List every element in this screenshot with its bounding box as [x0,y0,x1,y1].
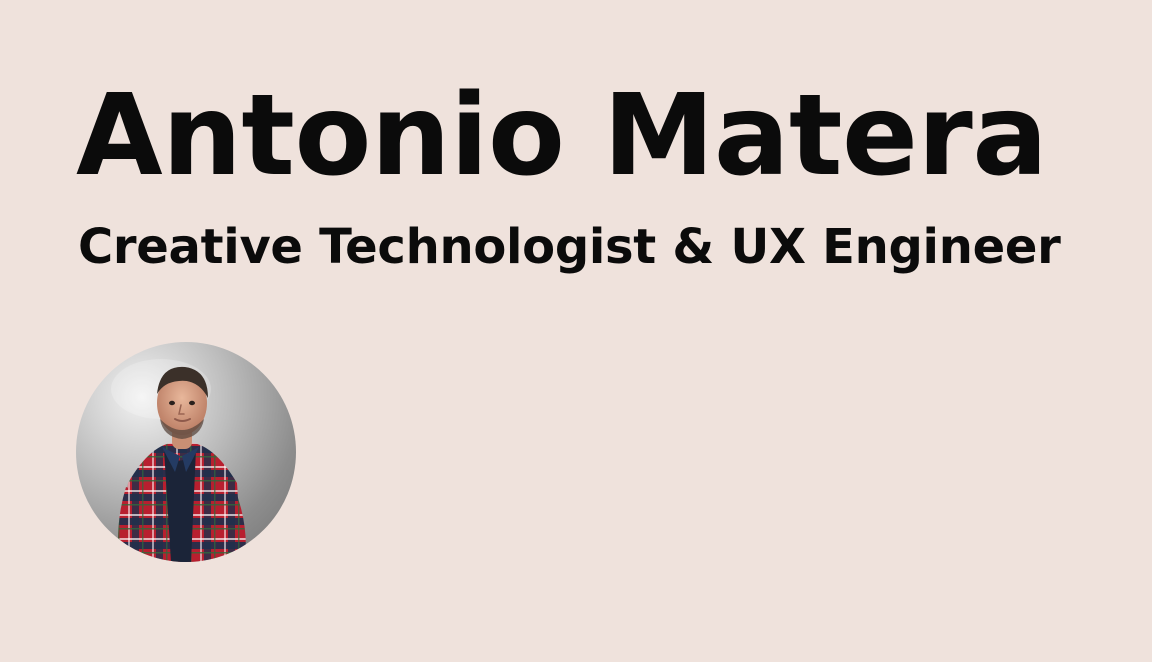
portrait-photo-icon [111,359,246,562]
profile-role: Creative Technologist & UX Engineer [78,219,1061,275]
profile-name: Antonio Matera [76,71,1048,201]
profile-avatar [76,342,296,562]
